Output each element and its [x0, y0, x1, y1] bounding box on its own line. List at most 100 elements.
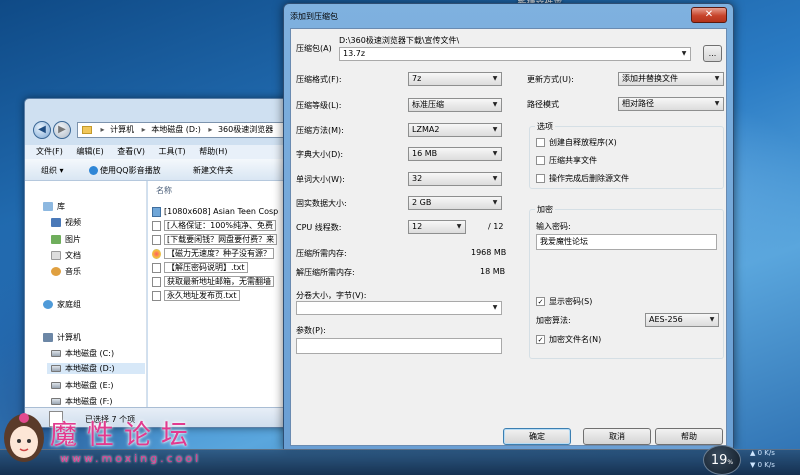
column-header-name[interactable]: 名称 [156, 185, 172, 196]
nav-drive-c[interactable]: 本地磁盘 (C:) [51, 348, 114, 359]
word-value: 32 [412, 174, 423, 183]
computer-icon [43, 333, 53, 342]
text-file-icon [152, 220, 161, 231]
encryption-method-select[interactable]: AES-256 ▼ [645, 313, 719, 327]
menu-tools[interactable]: 工具(T) [159, 145, 186, 159]
format-select[interactable]: 7z ▼ [408, 72, 502, 86]
chevron-right-icon: ▸ [100, 125, 105, 134]
breadcrumb-browser-folder[interactable]: 360极速浏览器 [218, 125, 273, 134]
chevron-down-icon: ▼ [492, 126, 498, 133]
watermark-text: 魔性论坛 [50, 420, 198, 451]
nav-drive-e[interactable]: 本地磁盘 (E:) [51, 380, 114, 391]
archive-name-value: 13.7z [343, 49, 366, 58]
password-input[interactable]: 我爱魔性论坛 [536, 234, 717, 250]
network-speed-widget[interactable]: 19% ▲ 0 K/s ▼ 0 K/s [700, 443, 800, 475]
solid-select[interactable]: 2 GB ▼ [408, 196, 502, 210]
browse-button[interactable]: ... [703, 45, 722, 62]
drive-icon [51, 365, 61, 372]
cancel-button[interactable]: 取消 [583, 428, 651, 445]
dict-select[interactable]: 16 MB ▼ [408, 147, 502, 161]
encrypt-filenames-checkbox[interactable]: ✓ 加密文件名(N) [536, 334, 601, 345]
level-select[interactable]: 标准压缩 ▼ [408, 98, 502, 112]
path-mode-select[interactable]: 相对路径 ▼ [618, 97, 724, 111]
text-file-icon [152, 276, 161, 287]
breadcrumb-drive-d[interactable]: 本地磁盘 (D:) [151, 125, 201, 134]
organize-button[interactable]: 组织 ▾ [41, 165, 64, 176]
word-label: 单词大小(W): [296, 175, 345, 184]
nav-documents[interactable]: 文档 [51, 250, 81, 261]
nav-documents-label: 文档 [65, 251, 81, 260]
nav-computer[interactable]: 计算机 [43, 332, 81, 343]
dialog-title: 添加到压缩包 [290, 12, 338, 21]
sfx-checkbox[interactable]: 创建自释放程序(X) [536, 137, 617, 148]
back-button[interactable]: ◀ [33, 121, 51, 139]
encryption-group: 加密 输入密码: 我爱魔性论坛 ✓ 显示密码(S) 加密算法: AES-256 ▼ … [529, 204, 724, 359]
text-file-icon [152, 290, 161, 301]
chevron-right-icon: ▸ [208, 125, 213, 134]
menu-view[interactable]: 查看(V) [117, 145, 145, 159]
file-name: 【解压密码说明】.txt [164, 262, 248, 273]
add-to-archive-dialog: 添加到压缩包 ✕ 压缩包(A) D:\360极速浏览器下载\宣传文件\ 13.7… [283, 3, 734, 450]
nav-library-label: 库 [57, 202, 65, 211]
threads-total: / 12 [488, 222, 504, 231]
chevron-down-icon: ▼ [492, 150, 498, 157]
threads-value: 12 [412, 222, 423, 231]
chevron-down-icon: ▼ [492, 101, 498, 108]
file-name: [下载要闲钱？网盘要付费？来 [164, 234, 278, 245]
shared-files-checkbox[interactable]: 压缩共享文件 [536, 155, 597, 166]
nav-homegroup-label: 家庭组 [57, 300, 81, 309]
chevron-down-icon: ▼ [714, 75, 720, 82]
mascot-logo-icon [4, 413, 44, 462]
breadcrumb-computer[interactable]: 计算机 [110, 125, 134, 134]
chevron-down-icon: ▼ [492, 304, 498, 311]
chevron-down-icon: ▼ [492, 175, 498, 182]
qq-player-button[interactable]: 使用QQ影音播放 [89, 165, 161, 176]
show-password-checkbox[interactable]: ✓ 显示密码(S) [536, 296, 592, 307]
document-icon [51, 251, 61, 260]
nav-computer-label: 计算机 [57, 333, 81, 342]
nav-homegroup[interactable]: 家庭组 [43, 299, 81, 310]
menu-edit[interactable]: 编辑(E) [76, 145, 103, 159]
mem-compress-label: 压缩所需内存: [296, 249, 347, 258]
chevron-down-icon: ▼ [492, 75, 498, 82]
nav-music[interactable]: 音乐 [51, 266, 81, 277]
update-select[interactable]: 添加并替换文件 ▼ [618, 72, 724, 86]
word-select[interactable]: 32 ▼ [408, 172, 502, 186]
drive-icon [51, 398, 61, 405]
encryption-method-value: AES-256 [649, 315, 683, 324]
chevron-down-icon: ▼ [492, 199, 498, 206]
password-label: 输入密码: [536, 222, 571, 231]
text-file-icon [152, 234, 161, 245]
dialog-titlebar[interactable]: 添加到压缩包 ✕ [284, 4, 733, 28]
nav-drive-d-label: 本地磁盘 (D:) [65, 364, 115, 373]
threads-select[interactable]: 12 ▼ [408, 220, 466, 234]
params-input[interactable] [296, 338, 502, 354]
file-name: 获取最新地址邮箱，无需翻墙 [164, 276, 274, 287]
delete-source-checkbox[interactable]: 操作完成后删除源文件 [536, 173, 629, 184]
chevron-right-icon: ▸ [141, 125, 146, 134]
mem-decompress-value: 18 MB [480, 267, 506, 276]
image-file-icon [152, 206, 161, 217]
drive-icon [51, 382, 61, 389]
nav-drive-d[interactable]: 本地磁盘 (D:) [47, 363, 145, 374]
nav-drive-c-label: 本地磁盘 (C:) [65, 349, 115, 358]
split-combo[interactable]: ▼ [296, 301, 502, 315]
nav-library[interactable]: 库 [43, 201, 65, 212]
nav-videos[interactable]: 视频 [51, 217, 81, 228]
menu-file[interactable]: 文件(F) [36, 145, 63, 159]
cpu-usage-gauge: 19% [703, 445, 741, 475]
download-speed: ▼ 0 K/s [750, 461, 775, 469]
nav-pictures[interactable]: 图片 [51, 234, 81, 245]
method-select[interactable]: LZMA2 ▼ [408, 123, 502, 137]
dict-label: 字典大小(D): [296, 150, 344, 159]
file-name: [人格保证：100%纯净、免费 [164, 220, 276, 231]
path-mode-value: 相对路径 [622, 99, 654, 108]
nav-drive-f[interactable]: 本地磁盘 (F:) [51, 396, 112, 407]
menu-help[interactable]: 帮助(H) [199, 145, 227, 159]
delete-source-label: 操作完成后删除源文件 [549, 174, 629, 183]
archive-name-combo[interactable]: 13.7z ▼ [339, 47, 691, 61]
ok-button[interactable]: 确定 [503, 428, 571, 445]
close-button[interactable]: ✕ [691, 7, 727, 23]
forward-button[interactable]: ▶ [53, 121, 71, 139]
new-folder-button[interactable]: 新建文件夹 [193, 165, 233, 176]
